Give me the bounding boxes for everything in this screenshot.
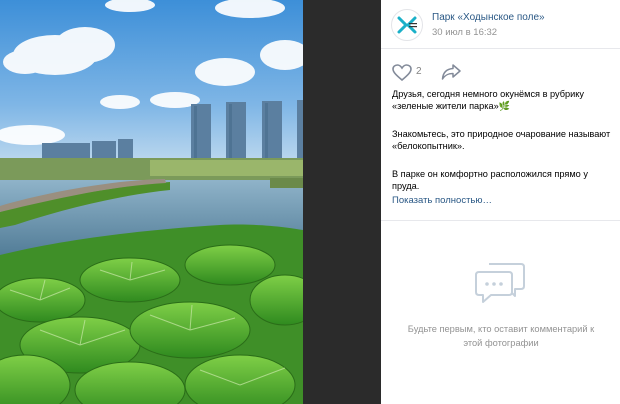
photo-background [303,0,381,404]
post-text-paragraph: Знакомьтесь, это природное очарование на… [392,129,611,151]
no-comments-message: Будьте первым, кто оставит комментарий к… [407,324,595,348]
post-panel: Парк «Ходынское поле» 30 июл в 16:32 2 Д… [381,0,620,404]
post-text-paragraph: В парке он комфортно расположился прямо … [392,169,588,191]
divider [381,220,620,221]
heart-icon[interactable] [392,64,412,86]
park-logo-icon[interactable] [391,9,423,41]
show-more-link[interactable]: Показать полностью… [392,195,492,206]
like-count[interactable]: 2 [416,66,422,77]
share-arrow-icon[interactable] [441,63,461,86]
group-name-link[interactable]: Парк «Ходынское поле» [432,12,545,23]
post-date[interactable]: 30 июл в 16:32 [432,27,497,38]
speech-bubbles-icon [475,258,527,311]
post-text-paragraph: Друзья, сегодня немного окунёмся в рубри… [392,89,584,111]
post-photo[interactable] [0,0,303,404]
post-actions: 2 [381,60,620,84]
photo-viewer: Парк «Ходынское поле» 30 июл в 16:32 2 Д… [0,0,620,404]
post-header: Парк «Ходынское поле» 30 июл в 16:32 [381,0,620,49]
